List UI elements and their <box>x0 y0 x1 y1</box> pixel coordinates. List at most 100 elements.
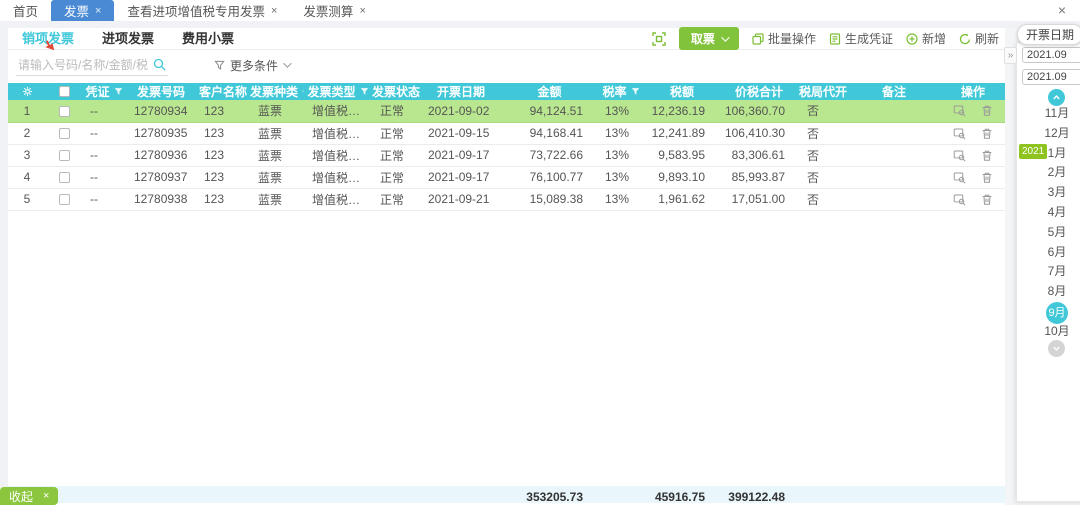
table-row[interactable]: 5 -- 12780938 123 蓝票 增值税专用... 正常 2021-09-21 15,0… <box>8 188 1005 211</box>
preview-invoice-button[interactable] <box>953 171 966 184</box>
cell-text: 增值税专用... <box>312 126 372 141</box>
month-item-11月[interactable]: 11月 <box>1017 104 1080 122</box>
col-header-tax-rate[interactable]: 税率 <box>597 83 645 100</box>
sub-tab-3[interactable]: 费用小票 <box>168 28 248 49</box>
top-tab-2[interactable]: 发票 × <box>51 0 115 21</box>
cell-text: 否 <box>807 192 820 207</box>
cell-agency: 否 <box>799 100 847 123</box>
col-header-label: 发票号码 <box>136 85 185 99</box>
col-header-voucher[interactable]: 凭证 <box>82 83 126 100</box>
preview-invoice-button[interactable] <box>953 149 966 162</box>
month-item-4月[interactable]: 4月 <box>1017 203 1080 221</box>
col-header-label: 金额 <box>537 85 562 99</box>
month-label: 5月 <box>1047 224 1067 239</box>
generate-voucher-label: 生成凭证 <box>844 32 893 46</box>
batch-actions-button[interactable]: 批量操作 <box>752 30 816 47</box>
cell-text: 增值税专用... <box>312 148 372 163</box>
cell-text: 12,236.19 <box>651 103 705 118</box>
col-header-agency: 税局代开 <box>799 83 847 100</box>
delete-invoice-button[interactable] <box>981 127 993 140</box>
filter-icon[interactable] <box>360 87 369 96</box>
gear-icon[interactable] <box>22 86 33 97</box>
row-checkbox[interactable] <box>58 194 70 206</box>
date-from-input[interactable] <box>1022 47 1080 63</box>
top-tab-4[interactable]: 发票测算 × <box>290 0 378 21</box>
collapse-badge-label: 收起 <box>9 489 34 504</box>
collapse-panel-button[interactable]: » <box>1004 47 1017 64</box>
preview-invoice-button[interactable] <box>953 127 966 140</box>
search-input[interactable] <box>16 54 168 76</box>
cell-tax: 12,241.89 <box>645 122 719 145</box>
row-actions <box>941 193 1005 206</box>
row-checkbox[interactable] <box>58 128 70 140</box>
col-header-settings[interactable] <box>8 83 46 100</box>
cell-text: 2 <box>23 126 31 140</box>
cell-text: 106,410.30 <box>724 126 785 140</box>
cell-text: 12780936 <box>134 148 188 162</box>
preview-invoice-button[interactable] <box>953 193 966 206</box>
filter-icon[interactable] <box>631 87 640 96</box>
col-header-label: 备注 <box>881 85 906 99</box>
tab-close-icon[interactable]: × <box>95 5 101 17</box>
add-button[interactable]: 新增 <box>906 30 946 47</box>
filter-icon[interactable] <box>302 87 304 96</box>
top-tab-3[interactable]: 查看进项增值税专用发票 × <box>114 0 290 21</box>
delete-icon <box>982 194 992 205</box>
col-header-type[interactable]: 发票类型 <box>304 83 372 100</box>
col-header-invoice-no: 发票号码 <box>126 83 196 100</box>
preview-invoice-button[interactable] <box>953 104 966 117</box>
tab-close-icon[interactable]: × <box>359 5 365 17</box>
totals-row: 353205.73 45916.75 399122.48 <box>8 486 1005 505</box>
search-icon[interactable] <box>153 58 166 76</box>
month-item-5月[interactable]: 5月 <box>1017 223 1080 241</box>
delete-invoice-button[interactable] <box>981 104 993 117</box>
tab-close-icon[interactable]: × <box>271 5 277 17</box>
get-invoice-button[interactable]: 取票 <box>678 27 739 50</box>
cell-text: 1,961.62 <box>658 192 705 206</box>
month-scroll-down-button[interactable] <box>1048 340 1065 357</box>
month-item-3月[interactable]: 3月 <box>1017 183 1080 201</box>
cell-text: 增值税专用... <box>312 192 372 207</box>
month-item-6月[interactable]: 6月 <box>1017 243 1080 261</box>
table-row[interactable]: 2 -- 12780935 123 蓝票 增值税专用... 正常 2021-09-15 94,1… <box>8 122 1005 145</box>
table-row[interactable]: 1 -- 12780934 123 蓝票 增值税专用... 正常 2021-09-02 94,1… <box>8 100 1005 123</box>
col-header-label: 税局代开 <box>799 85 847 99</box>
select-all-checkbox[interactable] <box>58 86 70 97</box>
month-item-8月[interactable]: 8月 <box>1017 282 1080 300</box>
table-row[interactable]: 4 -- 12780937 123 蓝票 增值税专用... 正常 2021-09-17 76,1… <box>8 166 1005 189</box>
collapse-badge[interactable]: 收起 × <box>0 487 59 505</box>
sub-tab-2[interactable]: 进项发票 <box>88 28 168 49</box>
cell-voucher: -- <box>82 188 126 211</box>
delete-invoice-button[interactable] <box>981 171 993 184</box>
col-header-kind[interactable]: 发票种类 <box>250 83 304 100</box>
generate-voucher-button[interactable]: 生成凭证 <box>829 30 893 47</box>
month-item-2月[interactable]: 2月 <box>1017 163 1080 181</box>
month-item-10月[interactable]: 10月 <box>1017 322 1080 340</box>
month-item-9月[interactable]: 9月 <box>1017 302 1080 324</box>
cell-text: 否 <box>807 170 820 185</box>
filter-icon[interactable] <box>114 87 123 96</box>
cell-text: 正常 <box>380 192 405 207</box>
more-filters-button[interactable]: 更多条件 <box>214 57 292 74</box>
cell-text: 12780938 <box>134 192 188 206</box>
col-header-select[interactable] <box>46 83 82 100</box>
close-icon[interactable]: × <box>43 490 49 502</box>
window-close-icon[interactable]: × <box>1058 2 1066 18</box>
month-item-1月[interactable]: 1月 2021 <box>1017 143 1080 162</box>
month-item-12月[interactable]: 12月 <box>1017 124 1080 142</box>
table-row[interactable]: 3 -- 12780936 123 蓝票 增值税专用... 正常 2021-09-17 73,7… <box>8 144 1005 167</box>
cell-tax-rate: 13% <box>597 188 645 211</box>
cell-kind: 蓝票 <box>250 100 304 123</box>
month-item-7月[interactable]: 7月 <box>1017 262 1080 280</box>
row-checkbox[interactable] <box>58 150 70 162</box>
delete-invoice-button[interactable] <box>981 149 993 162</box>
scan-qr-icon[interactable] <box>652 31 666 46</box>
delete-invoice-button[interactable] <box>981 193 993 206</box>
row-checkbox[interactable] <box>58 172 70 184</box>
date-to-input[interactable] <box>1022 69 1080 85</box>
row-checkbox[interactable] <box>58 106 70 118</box>
refresh-button[interactable]: 刷新 <box>959 30 999 47</box>
top-tab-1[interactable]: 首页 <box>0 0 51 21</box>
cell-total: 83,306.61 <box>719 144 799 167</box>
cell-total: 85,993.87 <box>719 166 799 189</box>
